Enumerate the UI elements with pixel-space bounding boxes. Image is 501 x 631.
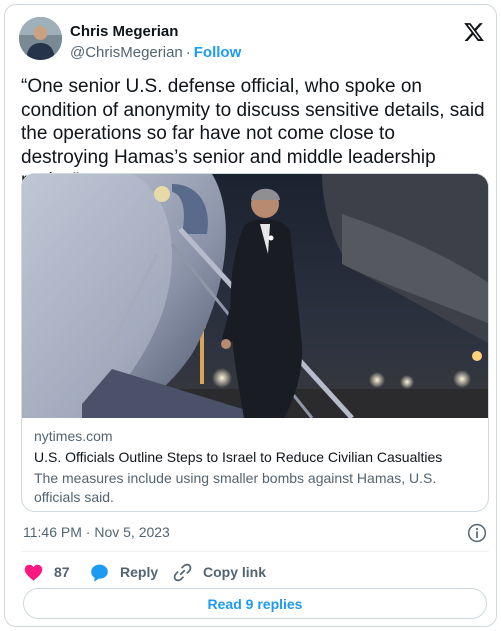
like-button[interactable]: 87 [23,561,70,583]
tweet-card: Chris Megerian @ChrisMegerian · Follow “On… [4,4,497,627]
heart-icon [24,564,43,581]
reply-bubble-icon [91,564,108,582]
read-replies-button[interactable]: Read 9 replies [23,588,487,619]
like-count: 87 [54,564,70,580]
timestamp-date: Nov 5, 2023 [94,524,170,540]
follow-button[interactable]: Follow [194,44,242,61]
article-photo [22,174,488,418]
copy-link-button[interactable]: Copy link [172,561,266,583]
timestamp-separator: · [85,524,91,540]
copy-link-label: Copy link [203,564,267,580]
timestamp[interactable]: 11:46 PM · Nov 5, 2023 [23,524,170,540]
link-icon [173,563,192,581]
timestamp-time: 11:46 PM [23,524,82,540]
avatar[interactable] [19,17,62,60]
reply-label: Reply [120,564,159,580]
separator-dot: · [185,44,191,61]
author-handle-line: @ChrisMegerian · Follow [70,44,241,61]
divider [21,551,489,552]
author-handle[interactable]: @ChrisMegerian [70,44,183,61]
reply-button[interactable]: Reply [89,561,158,583]
tweet-header: Chris Megerian @ChrisMegerian · Follow [19,17,485,65]
author-name[interactable]: Chris Megerian [70,23,178,40]
link-title[interactable]: U.S. Officials Outline Steps to Israel t… [34,449,480,465]
link-domain: nytimes.com [34,428,113,444]
x-logo-icon[interactable] [463,21,485,43]
link-card[interactable]: nytimes.com U.S. Officials Outline Steps… [21,173,489,512]
info-icon[interactable] [467,523,487,543]
link-description: The measures include using smaller bombs… [34,470,437,505]
link-meta: nytimes.com U.S. Officials Outline Steps… [34,428,480,507]
